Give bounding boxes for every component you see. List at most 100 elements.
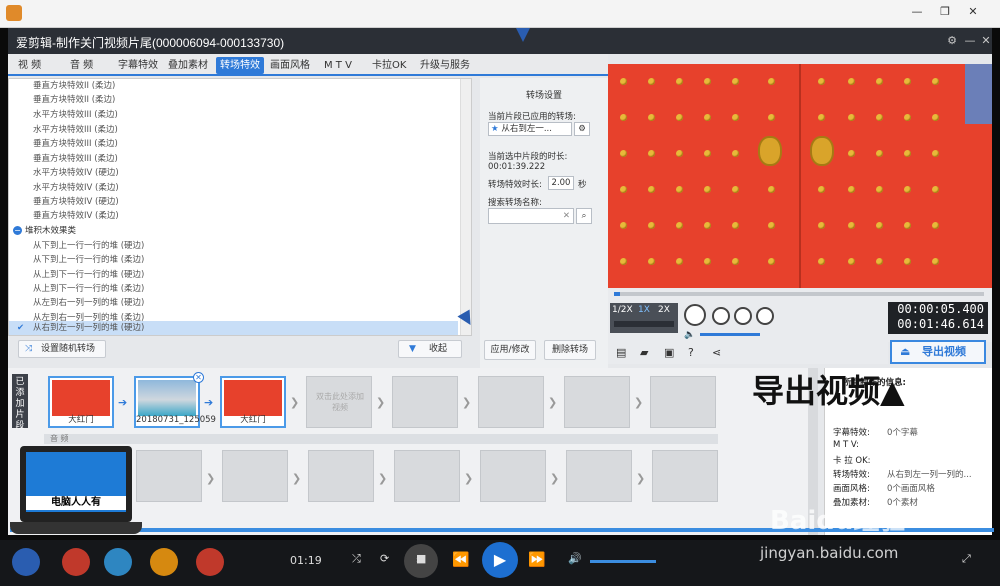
transition-arrow-icon[interactable]: ➔ — [204, 396, 214, 409]
clip-1[interactable]: 大红门 — [48, 376, 114, 428]
share-icon[interactable]: ⋖ — [712, 346, 721, 359]
clip-2[interactable]: 20180731_125059 ✕ — [134, 372, 216, 428]
delete-transition-button[interactable]: 删除转场 — [544, 340, 596, 360]
apply-button[interactable]: 应用/修改 — [484, 340, 536, 360]
empty-slot[interactable] — [136, 450, 202, 502]
search-icon[interactable]: ⌕ — [576, 208, 592, 224]
transition-arrow-icon[interactable]: ➔ — [118, 396, 128, 409]
stop-button[interactable] — [712, 307, 730, 325]
volume-slider[interactable] — [700, 333, 760, 336]
taskbar-app-icon[interactable] — [62, 548, 90, 576]
tab-transition[interactable]: 转场特效 — [216, 57, 264, 74]
tab-style[interactable]: 画面风格 — [266, 57, 314, 74]
list-item[interactable]: 垂直方块特效IV (硬边) — [33, 195, 119, 209]
fast-forward-icon[interactable]: ⏩ — [528, 552, 545, 568]
list-item[interactable]: 水平方块特效IV (硬边) — [33, 166, 119, 180]
empty-slot[interactable] — [478, 376, 544, 428]
open-folder-icon[interactable]: ▰ — [640, 346, 648, 359]
tab-video[interactable]: 视 频 — [14, 57, 45, 74]
list-item[interactable]: 垂直方块特效III (柔边) — [33, 137, 118, 151]
empty-slot[interactable] — [392, 376, 458, 428]
list-item[interactable]: 水平方块特效III (柔边) — [33, 123, 118, 137]
list-item[interactable]: 从上到下一行一行的堆 (硬边) — [33, 268, 144, 282]
tab-overlay[interactable]: 叠加素材 — [164, 57, 212, 74]
empty-slot[interactable] — [564, 376, 630, 428]
empty-slot[interactable] — [222, 450, 288, 502]
add-video-slot[interactable]: 双击此处添加视频 — [306, 376, 372, 428]
empty-slot[interactable] — [650, 376, 716, 428]
prev-frame-button[interactable] — [734, 307, 752, 325]
search-input[interactable]: ✕ — [488, 208, 574, 224]
empty-slot[interactable] — [308, 450, 374, 502]
empty-slot[interactable] — [566, 450, 632, 502]
help-icon[interactable]: ? — [688, 346, 694, 359]
close-icon[interactable]: ✕ — [962, 3, 984, 21]
seek-fill — [614, 292, 620, 296]
window-close-icon[interactable]: ✕ — [978, 33, 994, 49]
category-header[interactable]: − 堆积木效果类 — [13, 224, 76, 238]
minimize-icon[interactable]: — — [906, 3, 928, 21]
speed-2x[interactable]: 2X — [658, 305, 670, 315]
volume-icon[interactable]: 🔊 — [568, 552, 582, 565]
tab-subtitle[interactable]: 字幕特效 — [114, 57, 162, 74]
clip-3[interactable]: 大红门 — [220, 376, 286, 428]
applied-value: 从右到左一... — [501, 124, 552, 134]
window-min-icon[interactable]: — — [962, 33, 978, 49]
collapse-minus-icon[interactable]: − — [13, 226, 22, 235]
remove-clip-icon[interactable]: ✕ — [193, 372, 204, 383]
list-scrollbar[interactable] — [460, 79, 471, 335]
preview-screen[interactable] — [608, 64, 992, 288]
speed-slider[interactable] — [614, 321, 674, 327]
list-item[interactable]: 从左到右一列一列的堆 (硬边) — [33, 296, 144, 310]
speed-1x[interactable]: 1X — [638, 305, 650, 315]
next-frame-button[interactable] — [756, 307, 774, 325]
speed-half[interactable]: 1/2X — [612, 305, 633, 315]
play-icon[interactable]: ▶ — [482, 542, 518, 578]
tab-karaoke[interactable]: 卡拉OK — [368, 57, 410, 74]
seek-bar[interactable] — [614, 292, 984, 296]
play-button[interactable] — [684, 304, 706, 326]
duration-label: 当前选中片段的时长: — [488, 152, 568, 162]
player-time: 01:19 — [290, 554, 322, 567]
door-stud — [818, 222, 825, 229]
player-volume-slider[interactable] — [590, 560, 656, 563]
list-item[interactable]: 从下到上一行一行的堆 (柔边) — [33, 253, 144, 267]
empty-slot[interactable] — [480, 450, 546, 502]
clear-icon[interactable]: ✕ — [563, 211, 570, 221]
restore-icon[interactable]: ❐ — [934, 3, 956, 21]
save-icon[interactable]: ▣ — [664, 346, 674, 359]
door-stud — [732, 222, 739, 229]
list-item[interactable]: 从上到下一行一行的堆 (柔边) — [33, 282, 144, 296]
taskbar-app-icon[interactable] — [104, 548, 132, 576]
start-icon[interactable] — [12, 548, 40, 576]
empty-slot[interactable] — [652, 450, 718, 502]
stop-icon[interactable]: ■ — [416, 552, 426, 565]
list-item[interactable]: 垂直方块特效III (柔边) — [33, 152, 118, 166]
list-item[interactable]: 水平方块特效IV (柔边) — [33, 181, 119, 195]
tab-mtv[interactable]: M T V — [320, 57, 356, 74]
list-item[interactable]: 垂直方块特效II (柔边) — [33, 93, 115, 107]
volume-icon[interactable]: 🔈 — [684, 330, 695, 340]
settings-icon[interactable]: ⚙ — [944, 33, 960, 49]
list-item[interactable]: 水平方块特效III (柔边) — [33, 108, 118, 122]
new-file-icon[interactable]: ▤ — [616, 346, 626, 359]
taskbar-app-icon[interactable] — [150, 548, 178, 576]
repeat-icon[interactable]: ⤮ — [352, 552, 361, 566]
empty-slot[interactable] — [394, 450, 460, 502]
collapse-button[interactable]: ▼ 收起 — [398, 340, 462, 358]
list-item[interactable]: 垂直方块特效II (柔边) — [33, 79, 115, 93]
fullscreen-icon[interactable]: ⤢ — [962, 552, 971, 566]
loop-icon[interactable]: ⟳ — [380, 552, 389, 565]
applied-field[interactable]: ★ 从右到左一... — [488, 122, 572, 136]
gear-icon[interactable]: ⚙ — [574, 122, 590, 136]
list-item[interactable]: 垂直方块特效IV (柔边) — [33, 209, 119, 223]
list-item-selected[interactable]: ✔ 从右到左一列一列的堆 (硬边) — [9, 321, 458, 335]
list-item[interactable]: 从下到上一行一行的堆 (硬边) — [33, 239, 144, 253]
effect-time-input[interactable]: 2.00 — [548, 176, 574, 190]
export-video-button[interactable]: ⏏ 导出视频 — [890, 340, 986, 364]
rewind-icon[interactable]: ⏪ — [452, 552, 469, 568]
random-transition-button[interactable]: ⤨ 设置随机转场 — [18, 340, 106, 358]
tab-audio[interactable]: 音 频 — [66, 57, 97, 74]
taskbar-app-icon[interactable] — [196, 548, 224, 576]
tab-upgrade[interactable]: 升级与服务 — [416, 57, 474, 74]
